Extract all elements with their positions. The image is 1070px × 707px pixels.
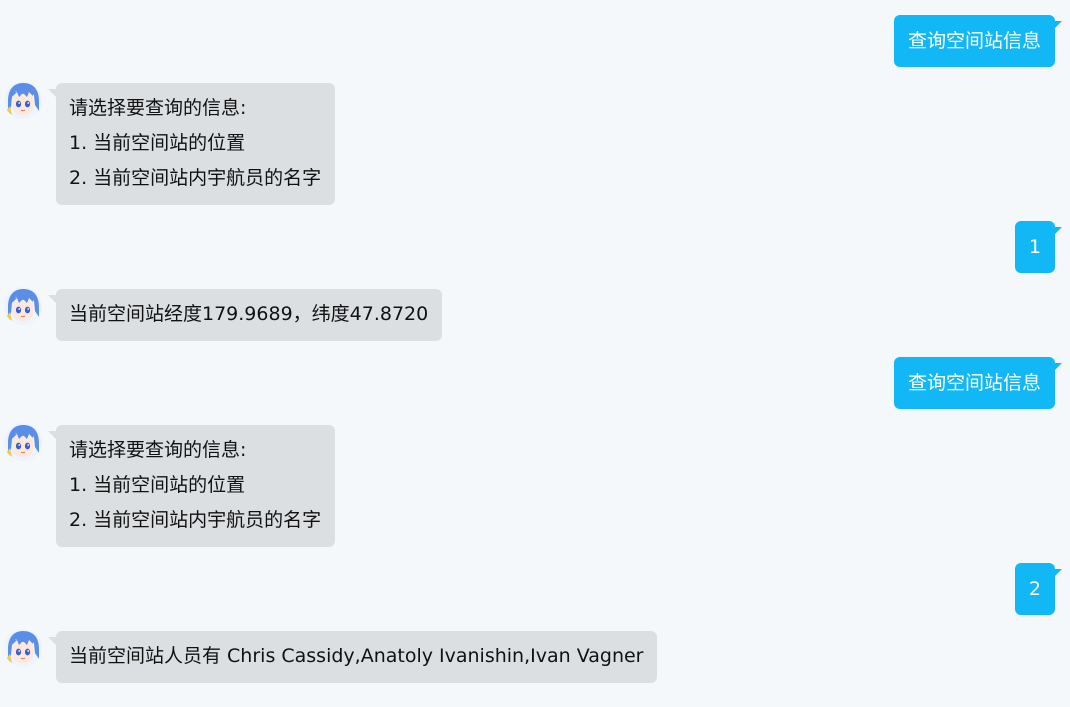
bubble-tail <box>1053 21 1062 30</box>
bot-avatar-icon[interactable] <box>4 423 42 461</box>
bubble-tail <box>1053 363 1062 372</box>
bot-message-line: 2. 当前空间站内宇航员的名字 <box>69 509 322 531</box>
bot-message-line: 1. 当前空间站的位置 <box>69 474 246 496</box>
bubble-tail <box>48 89 57 98</box>
bubble-tail <box>1053 227 1062 236</box>
bot-message-bubble[interactable]: 当前空间站人员有 Chris Cassidy,Anatoly Ivanishin… <box>48 631 658 683</box>
user-message-bubble[interactable]: 2 <box>1014 563 1062 615</box>
bot-message-bubble[interactable]: 请选择要查询的信息: 1. 当前空间站的位置 2. 当前空间站内宇航员的名字 <box>48 425 336 547</box>
bot-message-line: 请选择要查询的信息: <box>69 439 247 461</box>
user-message-bubble[interactable]: 1 <box>1014 221 1062 273</box>
bot-message-line: 当前空间站经度179.9689，纬度47.8720 <box>69 303 429 325</box>
bot-avatar-icon[interactable] <box>4 629 42 667</box>
bot-message-line: 请选择要查询的信息: <box>69 97 247 119</box>
user-message-bubble[interactable]: 查询空间站信息 <box>893 15 1062 67</box>
user-message-text: 查询空间站信息 <box>907 372 1041 394</box>
bot-message-line: 2. 当前空间站内宇航员的名字 <box>69 167 322 189</box>
bot-message-line: 1. 当前空间站的位置 <box>69 132 246 154</box>
bubble-tail <box>48 431 57 440</box>
user-message-text: 1 <box>1028 236 1041 258</box>
bot-avatar-icon[interactable] <box>4 81 42 119</box>
bubble-tail <box>48 637 57 646</box>
bot-message-bubble[interactable]: 请选择要查询的信息: 1. 当前空间站的位置 2. 当前空间站内宇航员的名字 <box>48 83 336 205</box>
user-message-text: 查询空间站信息 <box>907 30 1041 52</box>
user-message-bubble[interactable]: 查询空间站信息 <box>893 357 1062 409</box>
user-message-text: 2 <box>1028 578 1041 600</box>
bot-avatar-icon[interactable] <box>4 287 42 325</box>
chat-window: 查询空间站信息 请选择要查询的信息: 1. 当前空间站的位置 2. 当前空间站内… <box>0 0 1070 707</box>
bot-message-bubble[interactable]: 当前空间站经度179.9689，纬度47.8720 <box>48 289 443 341</box>
bubble-tail <box>48 295 57 304</box>
bot-message-line: 当前空间站人员有 Chris Cassidy,Anatoly Ivanishin… <box>69 645 644 667</box>
bubble-tail <box>1053 569 1062 578</box>
